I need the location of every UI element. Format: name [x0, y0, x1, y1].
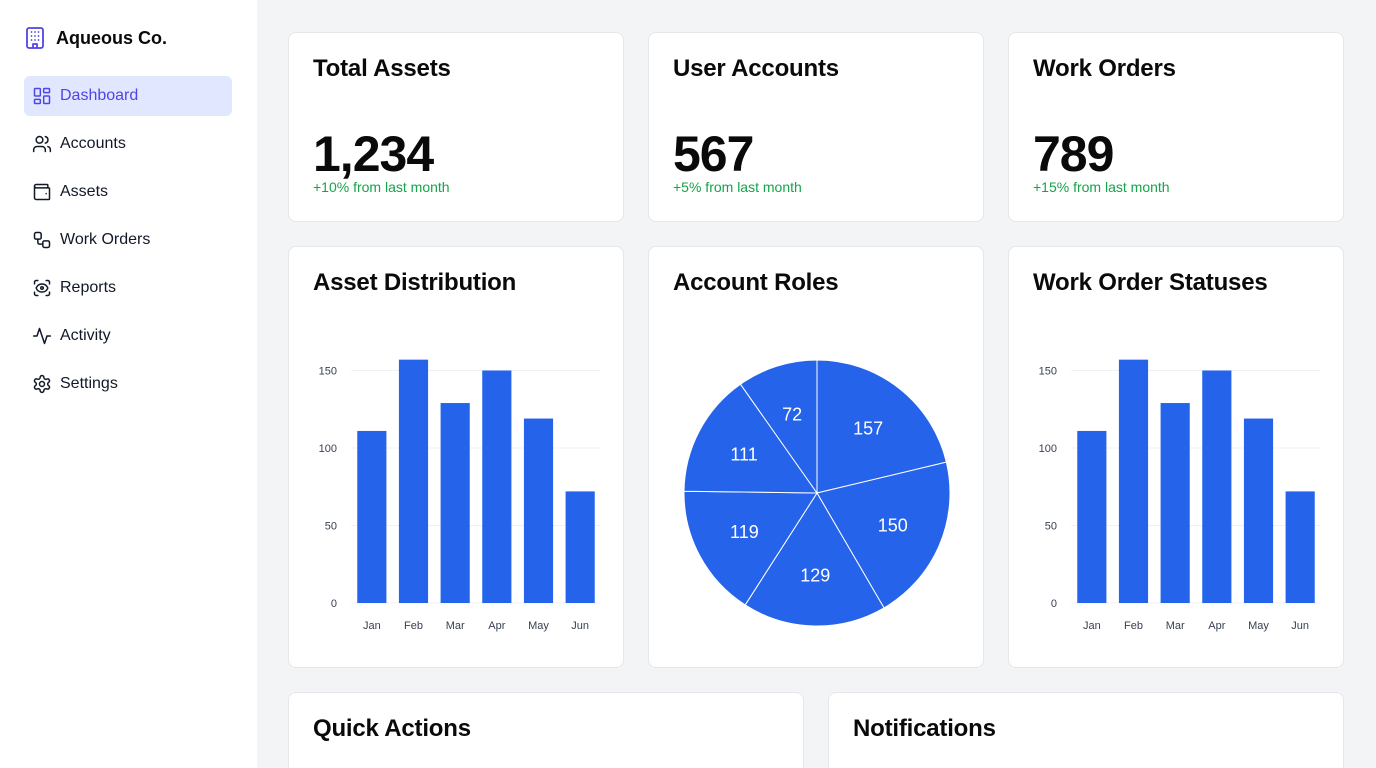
- bar[interactable]: [1118, 359, 1149, 603]
- bar[interactable]: [440, 403, 470, 603]
- stat-change: +15% from last month: [1033, 179, 1170, 195]
- brand-name: Aqueous Co.: [56, 27, 167, 48]
- activity-icon: [32, 327, 52, 345]
- y-tick-label: 50: [1045, 521, 1057, 533]
- quick-actions-card: Quick Actions: [288, 692, 804, 768]
- work-order-statuses-chart: 0 50 100 150 Jan Feb Mar Apr May Jun: [1039, 359, 1321, 632]
- x-tick-label: Mar: [446, 620, 465, 632]
- x-tick-label: Mar: [1166, 620, 1185, 632]
- y-tick-label: 100: [1039, 443, 1057, 455]
- sidebar-item-label: Dashboard: [60, 87, 139, 104]
- sidebar-item-label: Settings: [60, 375, 118, 392]
- x-tick-label: Apr: [1208, 620, 1225, 632]
- x-tick-label: Apr: [488, 620, 505, 632]
- pie-slice-label: 129: [800, 565, 830, 585]
- dashboard-icon: [33, 87, 51, 105]
- stat-change: +5% from last month: [673, 179, 802, 195]
- sidebar-item-reports[interactable]: Reports: [24, 268, 232, 308]
- x-tick-label: Jun: [571, 620, 589, 632]
- bar[interactable]: [398, 359, 429, 603]
- pie-slice-label: 111: [730, 445, 757, 465]
- stat-value: 1,234: [313, 126, 434, 182]
- stat-value: 789: [1033, 126, 1114, 182]
- stat-card-user-accounts: User Accounts 567 +5% from last month: [648, 32, 984, 222]
- pie-slice-label: 157: [853, 418, 883, 438]
- sidebar-item-settings[interactable]: Settings: [24, 364, 232, 404]
- building-icon: [26, 27, 44, 49]
- sidebar-item-dashboard[interactable]: Dashboard: [24, 76, 232, 116]
- x-tick-label: May: [1248, 620, 1269, 632]
- y-tick-label: 0: [1051, 598, 1057, 610]
- x-tick-label: Feb: [404, 620, 423, 632]
- bar[interactable]: [565, 491, 595, 603]
- bar[interactable]: [1160, 403, 1190, 603]
- asset-distribution-chart: 0 50 100 150 Jan Feb Mar Apr May Jun: [319, 359, 601, 632]
- y-tick-label: 100: [319, 443, 337, 455]
- card-title: Work Orders: [1033, 55, 1176, 82]
- x-tick-label: Jun: [1291, 620, 1309, 632]
- users-icon: [32, 135, 52, 153]
- stat-value: 567: [673, 126, 754, 182]
- chart-card-work-order-statuses: Work Order Statuses 0 50 100 150 Jan Feb Mar Ap…: [1008, 246, 1344, 668]
- sidebar-item-accounts[interactable]: Accounts: [24, 124, 232, 164]
- card-title: User Accounts: [673, 55, 839, 82]
- sidebar-item-label: Activity: [60, 327, 111, 344]
- bar[interactable]: [1285, 491, 1315, 603]
- card-title: Notifications: [853, 715, 996, 742]
- eye-icon: [33, 279, 51, 297]
- y-tick-label: 150: [319, 366, 337, 378]
- stat-change: +10% from last month: [313, 179, 450, 195]
- pie-slice-label: 119: [730, 522, 759, 542]
- brand[interactable]: Aqueous Co.: [24, 26, 167, 50]
- x-tick-label: Jan: [363, 620, 381, 632]
- sidebar-item-label: Work Orders: [60, 231, 151, 248]
- account-roles-chart: 157 150 129 119 111 72: [683, 359, 951, 627]
- y-tick-label: 50: [325, 521, 337, 533]
- bar[interactable]: [1202, 370, 1232, 604]
- x-tick-label: May: [528, 620, 549, 632]
- sidebar: Aqueous Co. Dashboard Accounts Assets Wo…: [0, 0, 257, 768]
- stat-card-total-assets: Total Assets 1,234 +10% from last month: [288, 32, 624, 222]
- card-title: Total Assets: [313, 55, 451, 82]
- sidebar-item-work-orders[interactable]: Work Orders: [24, 220, 232, 260]
- x-tick-label: Feb: [1124, 620, 1143, 632]
- bar[interactable]: [482, 370, 512, 604]
- bar[interactable]: [357, 430, 387, 603]
- y-tick-label: 0: [331, 598, 337, 610]
- chart-card-asset-distribution: Asset Distribution 0 50 100 150 Jan Feb Mar Apr…: [288, 246, 624, 668]
- sidebar-item-label: Assets: [60, 183, 109, 200]
- stat-card-work-orders: Work Orders 789 +15% from last month: [1008, 32, 1344, 222]
- x-tick-label: Jan: [1083, 620, 1101, 632]
- sidebar-item-label: Reports: [60, 279, 117, 296]
- notifications-card: Notifications: [828, 692, 1344, 768]
- wallet-icon: [33, 183, 51, 201]
- sidebar-nav: Dashboard Accounts Assets Work Orders Re…: [24, 76, 232, 412]
- workflow-icon: [33, 231, 51, 249]
- y-tick-label: 150: [1039, 366, 1057, 378]
- bar[interactable]: [523, 418, 554, 603]
- card-title: Quick Actions: [313, 715, 471, 742]
- bar[interactable]: [1077, 430, 1107, 603]
- pie-slice-label: 72: [782, 404, 802, 424]
- gear-icon: [33, 374, 51, 394]
- sidebar-item-activity[interactable]: Activity: [24, 316, 232, 356]
- bar[interactable]: [1243, 418, 1274, 603]
- pie-slice-label: 150: [878, 515, 908, 535]
- sidebar-item-assets[interactable]: Assets: [24, 172, 232, 212]
- chart-card-account-roles: Account Roles 157 150 129 119 111 72: [648, 246, 984, 668]
- sidebar-item-label: Accounts: [60, 135, 126, 152]
